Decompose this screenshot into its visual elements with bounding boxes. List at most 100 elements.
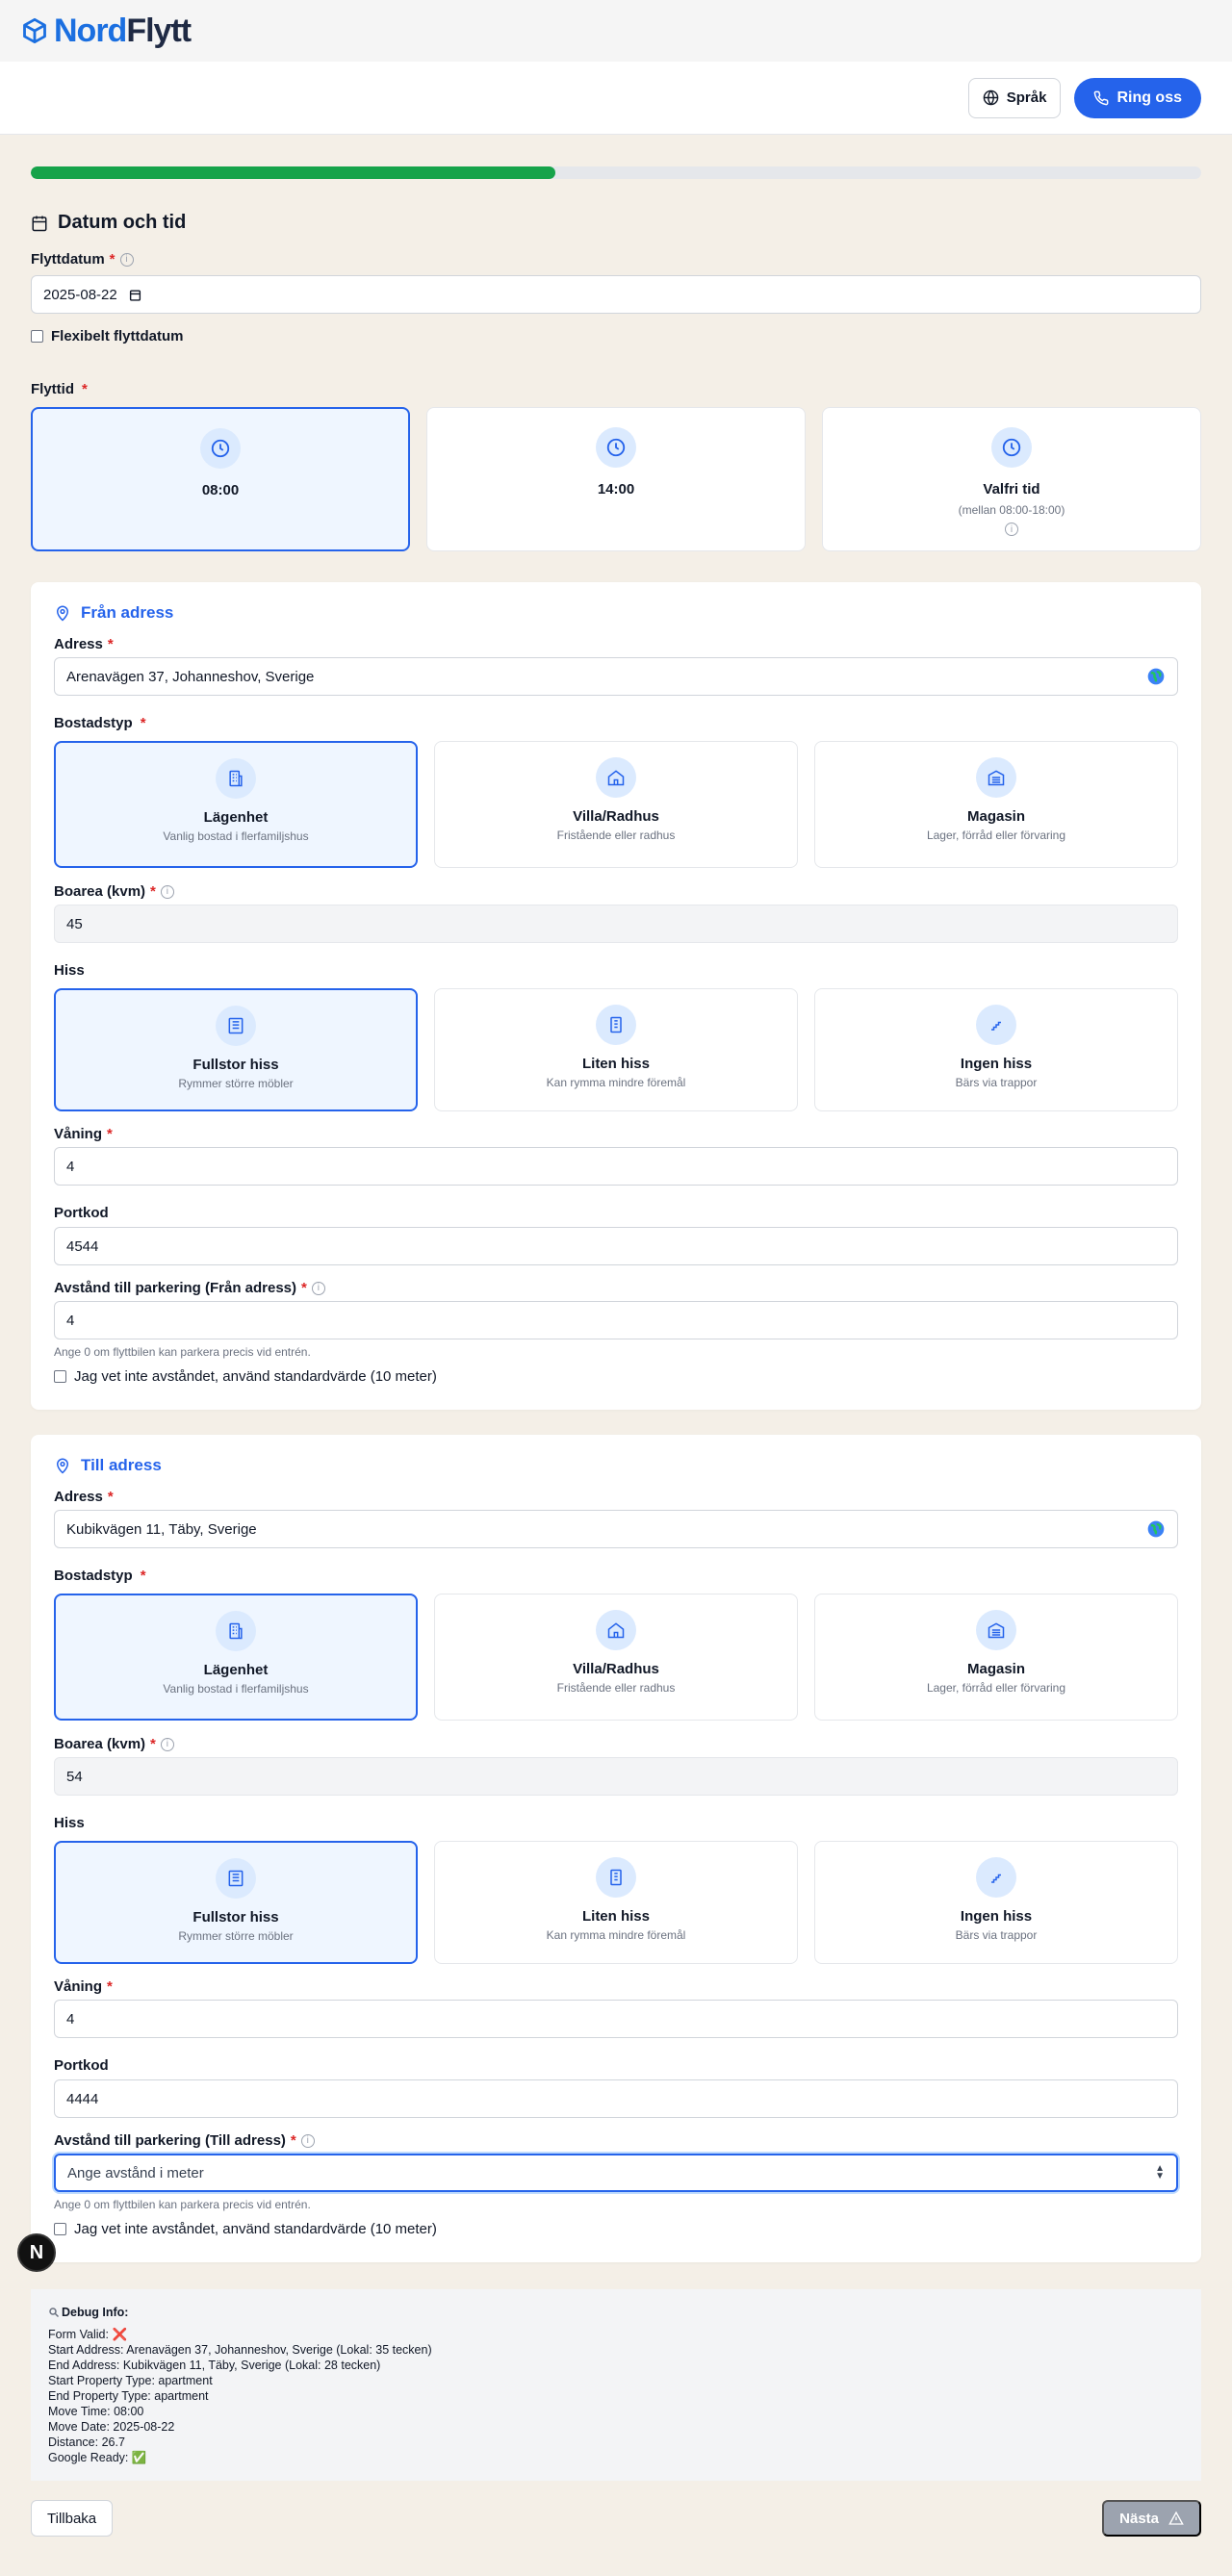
from-type-apartment[interactable]: Lägenhet Vanlig bostad i flerfamiljshus xyxy=(54,741,418,868)
to-floor-input[interactable]: 4 xyxy=(54,2000,1178,2038)
from-unknown-distance-checkbox[interactable] xyxy=(54,1370,66,1383)
to-address-input[interactable]: Kubikvägen 11, Täby, Sverige xyxy=(54,1510,1178,1548)
number-stepper[interactable]: ▲ ▼ xyxy=(1155,2164,1165,2181)
back-button[interactable]: Tillbaka xyxy=(31,2500,114,2537)
info-icon[interactable]: i xyxy=(1005,523,1018,536)
language-button[interactable]: Språk xyxy=(967,77,1062,118)
to-lift-none[interactable]: Ingen hiss Bärs via trappor xyxy=(814,1841,1178,1964)
debug-line: Move Time: 08:00 xyxy=(48,2405,144,2418)
debug-line: End Property Type: apartment xyxy=(48,2389,209,2403)
icon-wrap xyxy=(216,1611,256,1651)
move-date-label: Flyttdatum * i xyxy=(31,251,1201,268)
from-type-label: Bostadstyp * xyxy=(54,715,1178,731)
from-distance-value: 4 xyxy=(66,1312,75,1329)
info-icon[interactable]: i xyxy=(160,1737,174,1751)
icon-wrap xyxy=(596,1857,636,1898)
to-lift-options: Fullstor hiss Rymmer större möbler Liten… xyxy=(54,1841,1178,1964)
from-area-input[interactable]: 45 xyxy=(54,905,1178,943)
info-icon[interactable]: i xyxy=(300,2133,315,2148)
earth-icon xyxy=(1147,668,1165,685)
datetime-title: Datum och tid xyxy=(58,212,187,233)
call-button[interactable]: Ring oss xyxy=(1074,77,1201,118)
from-area-value: 45 xyxy=(66,915,83,932)
info-icon[interactable]: i xyxy=(311,1281,325,1295)
map-pin-icon xyxy=(56,1458,69,1474)
brand-logo[interactable]: NordFlytt xyxy=(21,12,192,50)
option-title: Fullstor hiss xyxy=(192,1909,279,1926)
to-type-villa[interactable]: Villa/Radhus Fristående eller radhus xyxy=(434,1594,798,1721)
time-option-1400[interactable]: 14:00 xyxy=(426,407,806,551)
to-area-input[interactable]: 54 xyxy=(54,1757,1178,1796)
from-floor-input[interactable]: 4 xyxy=(54,1147,1178,1186)
move-time-label-text: Flyttid xyxy=(31,381,74,397)
nextjs-badge-letter: N xyxy=(29,2241,44,2263)
from-lift-small[interactable]: Liten hiss Kan rymma mindre föremål xyxy=(434,988,798,1111)
label-text: Avstånd till parkering (Från adress) xyxy=(54,1280,297,1296)
to-address-label: Adress * xyxy=(54,1489,1178,1505)
to-address-panel: Till adress Adress * Kubikvägen 11, Täby,… xyxy=(31,1435,1201,2262)
to-code-input[interactable]: 4444 xyxy=(54,2079,1178,2118)
info-icon[interactable]: i xyxy=(160,884,174,899)
move-time-label: Flyttid * xyxy=(31,381,1201,397)
option-title: Liten hiss xyxy=(581,1908,650,1925)
from-distance-input[interactable]: 4 xyxy=(54,1301,1178,1339)
next-button[interactable]: Nästa xyxy=(1102,2500,1201,2537)
from-code-label: Portkod xyxy=(54,1205,1178,1221)
from-lift-label: Hiss xyxy=(54,962,1178,979)
time-option-0800[interactable]: 08:00 xyxy=(31,407,410,551)
to-lift-small[interactable]: Liten hiss Kan rymma mindre föremål xyxy=(434,1841,798,1964)
to-distance-placeholder: Ange avstånd i meter xyxy=(67,2164,204,2181)
to-type-apartment[interactable]: Lägenhet Vanlig bostad i flerfamiljshus xyxy=(54,1594,418,1721)
required-marker: * xyxy=(107,636,114,652)
flexible-date-checkbox[interactable] xyxy=(31,330,43,343)
option-sub: Fristående eller radhus xyxy=(556,829,676,842)
from-unknown-distance-row[interactable]: Jag vet inte avståndet, använd standardv… xyxy=(54,1368,1178,1385)
box-logo-icon xyxy=(23,17,46,44)
to-lift-full[interactable]: Fullstor hiss Rymmer större möbler xyxy=(54,1841,418,1964)
from-lift-none[interactable]: Ingen hiss Bärs via trappor xyxy=(814,988,1178,1111)
required-marker: * xyxy=(107,1978,113,1995)
debug-line: Distance: 26.7 xyxy=(48,2436,125,2449)
icon-wrap xyxy=(976,1857,1016,1898)
label-text: Adress xyxy=(54,1489,103,1505)
option-title: Ingen hiss xyxy=(960,1908,1033,1925)
date-picker-icon[interactable] xyxy=(129,289,141,301)
time-option-any[interactable]: Valfri tid (mellan 08:00-18:00) i xyxy=(822,407,1201,551)
flexible-date-row[interactable]: Flexibelt flyttdatum xyxy=(31,328,1201,344)
calendar-icon xyxy=(32,216,47,231)
info-icon[interactable]: i xyxy=(119,252,134,267)
from-type-villa[interactable]: Villa/Radhus Fristående eller radhus xyxy=(434,741,798,868)
to-distance-input[interactable]: Ange avstånd i meter ▲ ▼ xyxy=(54,2154,1178,2192)
debug-line: Start Property Type: apartment xyxy=(48,2374,213,2387)
option-sub: Rymmer större möbler xyxy=(178,1077,294,1090)
nextjs-dev-badge[interactable]: N xyxy=(17,2233,56,2272)
stairs-icon xyxy=(991,1874,1001,1883)
magnifier-icon xyxy=(49,2308,60,2318)
from-type-storage[interactable]: Magasin Lager, förråd eller förvaring xyxy=(814,741,1178,868)
from-address-label: Adress * xyxy=(54,636,1178,652)
brand-flytt: Flytt xyxy=(126,12,192,49)
icon-wrap xyxy=(216,758,256,799)
top-bar: NordFlytt xyxy=(0,0,1232,62)
icon-wrap xyxy=(596,1005,636,1045)
from-lift-full[interactable]: Fullstor hiss Rymmer större möbler xyxy=(54,988,418,1111)
to-unknown-distance-checkbox[interactable] xyxy=(54,2223,66,2235)
debug-line: Google Ready: ✅ xyxy=(48,2451,147,2464)
to-distance-hint: Ange 0 om flyttbilen kan parkera precis … xyxy=(54,2198,311,2211)
to-unknown-distance-row[interactable]: Jag vet inte avståndet, använd standardv… xyxy=(54,2221,1178,2237)
label-text: Bostadstyp xyxy=(54,1568,133,1584)
from-code-input[interactable]: 4544 xyxy=(54,1227,1178,1265)
from-address-input[interactable]: Arenavägen 37, Johanneshov, Sverige xyxy=(54,657,1178,696)
debug-line: Move Date: 2025-08-22 xyxy=(48,2420,175,2434)
option-title: Lägenhet xyxy=(203,1662,269,1678)
warning-icon xyxy=(1168,2511,1184,2525)
back-label: Tillbaka xyxy=(47,2510,97,2527)
to-type-storage[interactable]: Magasin Lager, förråd eller förvaring xyxy=(814,1594,1178,1721)
language-label: Språk xyxy=(1006,89,1047,106)
small-elevator-icon xyxy=(610,1016,622,1033)
move-date-input[interactable]: 2025-08-22 xyxy=(31,275,1201,314)
house-icon xyxy=(607,770,625,786)
required-marker: * xyxy=(140,1568,146,1584)
to-property-type-options: Lägenhet Vanlig bostad i flerfamiljshus … xyxy=(54,1594,1178,1721)
option-title: Magasin xyxy=(966,808,1025,825)
